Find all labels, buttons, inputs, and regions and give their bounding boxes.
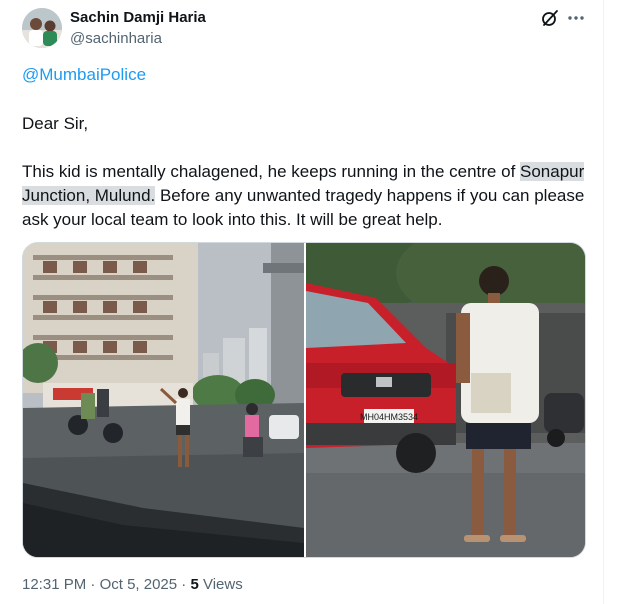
views-count: 5 xyxy=(190,576,199,593)
post-date[interactable]: Oct 5, 2025 xyxy=(100,576,178,593)
views-label: Views xyxy=(202,576,243,593)
post-meta: 12:31 PM · Oct 5, 2025 · 5 Views xyxy=(22,576,243,593)
post-body-text: This kid is mentally chalagened, he keep… xyxy=(22,162,521,181)
author-name[interactable]: Sachin Damji Haria xyxy=(70,9,206,26)
photo-kid-red-car-image: MH04HM3534 xyxy=(276,243,585,557)
post-greeting: Dear Sir, xyxy=(22,114,89,133)
media-grid: MH04HM3534 xyxy=(22,242,586,558)
photo-street-junction[interactable] xyxy=(23,243,304,557)
photo-kid-red-car[interactable]: MH04HM3534 xyxy=(276,243,585,557)
tweet-card: Sachin Damji Haria @sachinharia @MumbaiP… xyxy=(0,0,604,604)
author-handle[interactable]: @sachinharia xyxy=(70,30,162,47)
post-time[interactable]: 12:31 PM xyxy=(22,576,86,593)
grok-icon[interactable] xyxy=(540,8,560,28)
post-body: This kid is mentally chalagened, he keep… xyxy=(22,160,597,232)
license-plate: MH04HM3534 xyxy=(360,412,418,422)
avatar[interactable] xyxy=(22,8,62,48)
more-icon[interactable] xyxy=(566,8,586,28)
mention-link[interactable]: @MumbaiPolice xyxy=(22,65,146,85)
photo-street-junction-image xyxy=(23,243,304,557)
avatar-photo xyxy=(22,8,62,48)
meta-separator-2: · xyxy=(181,576,187,593)
meta-separator: · xyxy=(90,576,96,593)
